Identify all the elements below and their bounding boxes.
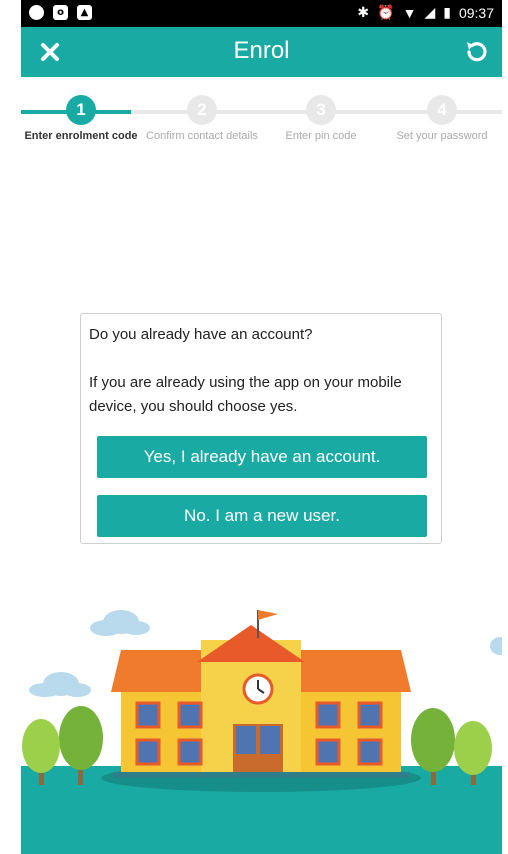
outlook-icon: o bbox=[53, 5, 68, 20]
image-icon: ▲ bbox=[77, 5, 92, 20]
app-bar: Enrol bbox=[21, 27, 502, 77]
cloud-left-top bbox=[90, 610, 150, 636]
school-building-illustration bbox=[21, 610, 502, 854]
refresh-icon[interactable] bbox=[462, 38, 490, 66]
step-4-number: 4 bbox=[427, 95, 457, 125]
status-time: 09:37 bbox=[458, 4, 494, 21]
wifi-icon: ▼ bbox=[402, 4, 417, 21]
step-4: 4 Set your password bbox=[382, 95, 502, 143]
alarm-icon: ⏰ bbox=[377, 4, 395, 20]
status-bar: o ▲ ✱ ⏰ ▼ ◢ ▮ 09:37 bbox=[21, 0, 502, 27]
enrolment-stepper: 1 Enter enrolment code 2 Confirm contact… bbox=[21, 95, 502, 170]
dialog-description: If you are already using the app on your… bbox=[89, 374, 402, 415]
step-2-number: 2 bbox=[187, 95, 217, 125]
step-2: 2 Confirm contact details bbox=[142, 95, 262, 143]
step-3-number: 3 bbox=[306, 95, 336, 125]
signal-icon: ◢ bbox=[424, 4, 436, 20]
new-user-button[interactable]: No. I am a new user. bbox=[97, 495, 427, 537]
step-1-number: 1 bbox=[66, 95, 96, 125]
battery-icon: ▮ bbox=[443, 4, 451, 20]
cloud-left-bottom bbox=[29, 672, 91, 697]
existing-account-button[interactable]: Yes, I already have an account. bbox=[97, 436, 427, 478]
bluetooth-icon: ✱ bbox=[357, 4, 370, 20]
cloud-right bbox=[490, 637, 502, 655]
school-building bbox=[111, 610, 411, 778]
account-dialog: Do you already have an account? If you a… bbox=[80, 313, 442, 544]
page-title: Enrol bbox=[233, 37, 290, 64]
step-1: 1 Enter enrolment code bbox=[21, 95, 141, 143]
step-1-label: Enter enrolment code bbox=[24, 130, 138, 142]
step-4-label: Set your password bbox=[396, 130, 488, 142]
step-3: 3 Enter pin code bbox=[261, 95, 381, 143]
music-icon bbox=[29, 5, 44, 20]
dialog-question: Do you already have an account? bbox=[89, 326, 313, 343]
step-2-label: Confirm contact details bbox=[146, 130, 258, 142]
status-left-icons: o ▲ bbox=[29, 5, 92, 20]
step-3-label: Enter pin code bbox=[285, 130, 357, 142]
status-right-icons: ✱ ⏰ ▼ ◢ ▮ 09:37 bbox=[357, 4, 494, 21]
